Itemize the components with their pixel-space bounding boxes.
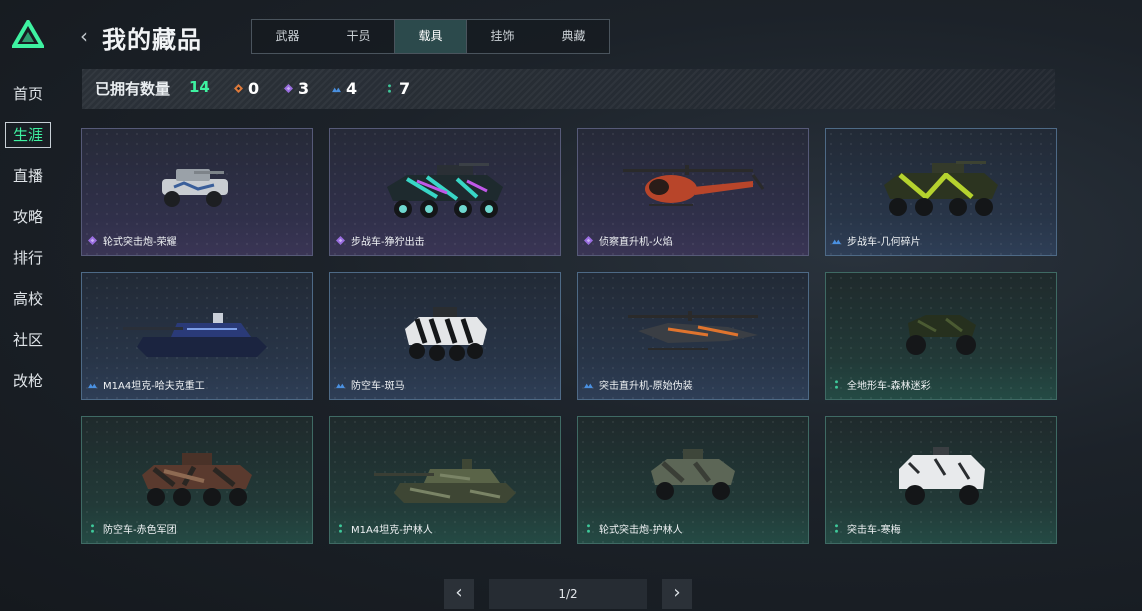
blue-chevron-icon	[332, 87, 341, 93]
vehicle-name: 防空车-赤色军团	[88, 521, 177, 536]
next-page-button[interactable]: ›	[662, 579, 692, 609]
green-dots-icon	[587, 524, 590, 533]
owned-count: 14	[189, 78, 210, 96]
vehicle-card[interactable]: 轮式突击炮-荣耀	[81, 128, 313, 256]
vehicle-name-text: 侦察直升机-火焰	[599, 237, 673, 248]
vehicle-image	[628, 311, 758, 350]
vehicle-card[interactable]: 全地形车-森林迷彩	[825, 272, 1057, 400]
tier-blue-count: 4	[346, 79, 358, 98]
vehicle-name: 轮式突击炮-荣耀	[88, 233, 177, 248]
nav-item-live[interactable]: 直播	[0, 158, 60, 199]
green-dots-icon	[835, 380, 838, 389]
nav-item-community[interactable]: 社区	[0, 322, 60, 363]
vehicle-name-text: M1A4坦克-护林人	[351, 525, 433, 536]
blue-chevron-icon	[584, 383, 593, 389]
nav-item-guides[interactable]: 攻略	[0, 199, 60, 240]
vehicle-card[interactable]: 突击直升机-原始伪装	[577, 272, 809, 400]
vehicle-card[interactable]: 轮式突击炮-护林人	[577, 416, 809, 544]
blue-chevron-icon	[832, 239, 841, 245]
vehicle-name-text: 步战车-几何碎片	[847, 237, 921, 248]
vehicle-name-text: 全地形车-森林迷彩	[847, 381, 931, 392]
tier-green-count: 7	[399, 79, 411, 98]
vehicle-image	[651, 449, 735, 500]
orange-diamond-icon	[234, 84, 243, 93]
app-logo-icon[interactable]	[12, 20, 44, 48]
vehicle-name: 防空车-斑马	[336, 377, 405, 392]
chevron-right-icon: ›	[673, 582, 681, 603]
vehicle-name: 步战车-几何碎片	[832, 233, 921, 248]
purple-diamond-icon	[284, 84, 293, 93]
vehicle-image	[906, 315, 976, 355]
vehicle-name: 步战车-狰狞出击	[336, 233, 425, 248]
category-tabs: 武器 干员 载具 挂饰 典藏	[251, 19, 610, 54]
tier-orange-count: 0	[248, 79, 260, 98]
purple-diamond-icon	[584, 236, 593, 245]
vehicle-image	[374, 459, 516, 503]
green-dots-icon	[339, 524, 342, 533]
green-dots-icon	[388, 84, 391, 93]
vehicle-name-text: 轮式突击炮-荣耀	[103, 237, 177, 248]
tab-operators[interactable]: 干员	[323, 20, 394, 53]
tier-purple-count: 3	[298, 79, 310, 98]
vehicle-card[interactable]: 步战车-几何碎片	[825, 128, 1057, 256]
vehicle-image	[623, 165, 765, 206]
purple-diamond-icon	[88, 236, 97, 245]
green-dots-icon	[91, 524, 94, 533]
nav-item-gunsmith[interactable]: 改枪	[0, 363, 60, 404]
page-title: 我的藏品	[102, 26, 202, 54]
vehicle-card[interactable]: 步战车-狰狞出击	[329, 128, 561, 256]
vehicle-image	[142, 453, 252, 506]
owned-label: 已拥有数量	[95, 80, 171, 98]
vehicle-image	[387, 163, 503, 218]
tier-green-stat: 7	[385, 79, 410, 98]
sidebar-nav: 首页 生涯 直播 攻略 排行 高校 社区 改枪	[0, 76, 60, 404]
vehicle-name-text: 轮式突击炮-护林人	[599, 525, 683, 536]
tab-collection[interactable]: 典藏	[538, 20, 609, 53]
tab-charms[interactable]: 挂饰	[467, 20, 538, 53]
prev-page-button[interactable]: ‹	[444, 579, 474, 609]
vehicle-name-text: 步战车-狰狞出击	[351, 237, 425, 248]
vehicle-name-text: 防空车-斑马	[351, 381, 405, 392]
nav-item-ranking[interactable]: 排行	[0, 240, 60, 281]
tab-weapons[interactable]: 武器	[252, 20, 323, 53]
vehicle-image	[123, 313, 267, 357]
vehicle-name: 侦察直升机-火焰	[584, 233, 673, 248]
purple-diamond-icon	[336, 236, 345, 245]
tab-vehicles[interactable]: 载具	[394, 20, 467, 53]
vehicle-card[interactable]: M1A4坦克-哈夫克重工	[81, 272, 313, 400]
vehicle-image	[899, 447, 985, 505]
vehicle-name-text: 突击直升机-原始伪装	[599, 381, 693, 392]
tier-orange-stat: 0	[234, 79, 259, 98]
vehicle-name: 全地形车-森林迷彩	[832, 377, 931, 392]
owned-stats-bar: 已拥有数量 14 0 3 4 7	[82, 69, 1055, 109]
nav-item-career[interactable]: 生涯	[0, 117, 60, 158]
page-indicator: 1/2	[489, 579, 647, 609]
green-dots-icon	[835, 524, 838, 533]
chevron-left-icon: ‹	[455, 582, 463, 603]
nav-item-colleges[interactable]: 高校	[0, 281, 60, 322]
vehicle-image	[162, 169, 228, 207]
active-indicator	[5, 122, 51, 148]
vehicle-card[interactable]: 侦察直升机-火焰	[577, 128, 809, 256]
tier-purple-stat: 3	[284, 79, 309, 98]
vehicle-name-text: M1A4坦克-哈夫克重工	[103, 381, 205, 392]
back-chevron-icon[interactable]: ‹	[80, 26, 94, 46]
vehicle-name: 轮式突击炮-护林人	[584, 521, 683, 536]
blue-chevron-icon	[88, 383, 97, 389]
vehicle-card[interactable]: 防空车-斑马	[329, 272, 561, 400]
nav-item-home[interactable]: 首页	[0, 76, 60, 117]
vehicle-name: 突击车-寒梅	[832, 521, 901, 536]
vehicle-image	[884, 161, 998, 216]
vehicle-card[interactable]: M1A4坦克-护林人	[329, 416, 561, 544]
vehicle-image	[405, 307, 487, 361]
vehicle-name-text: 突击车-寒梅	[847, 525, 901, 536]
vehicle-name: 突击直升机-原始伪装	[584, 377, 693, 392]
vehicle-card[interactable]: 防空车-赤色军团	[81, 416, 313, 544]
tier-blue-stat: 4	[332, 79, 357, 98]
vehicle-name: M1A4坦克-护林人	[336, 521, 433, 536]
blue-chevron-icon	[336, 383, 345, 389]
vehicle-name-text: 防空车-赤色军团	[103, 525, 177, 536]
vehicle-card[interactable]: 突击车-寒梅	[825, 416, 1057, 544]
vehicle-name: M1A4坦克-哈夫克重工	[88, 377, 205, 392]
